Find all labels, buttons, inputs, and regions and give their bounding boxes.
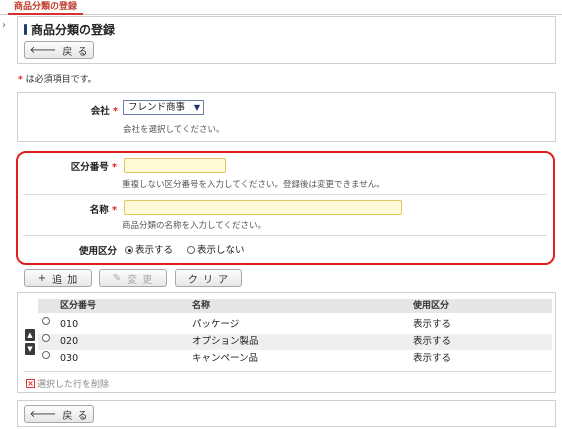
- title-bar-icon: [24, 24, 27, 35]
- tab-product-category-register[interactable]: 商品分類の登録: [8, 0, 84, 15]
- row-select-radio[interactable]: [42, 317, 50, 325]
- highlight-frame: [16, 151, 555, 265]
- delete-icon: ×: [26, 379, 35, 388]
- col-usage-header: 使用区分: [413, 301, 450, 311]
- tab-bar: 商品分類の登録: [0, 0, 562, 15]
- back-button[interactable]: 🡐 戻 る: [24, 41, 94, 59]
- row-usage: 表示する: [413, 353, 452, 364]
- row-code: 010: [60, 319, 79, 330]
- required-note: * は必須項目です。: [18, 72, 97, 85]
- table-row[interactable]: 020 オプション製品 表示する: [38, 334, 552, 350]
- company-help: 会社を選択してください。: [123, 125, 225, 135]
- delete-selected-link[interactable]: × 選択した行を削除: [26, 377, 109, 390]
- edit-button[interactable]: ✎ 変 更: [99, 269, 167, 287]
- footer-back-label: 戻 る: [62, 410, 89, 422]
- table-header: 区分番号 名称 使用区分: [38, 299, 552, 313]
- clear-button-label: ク リ ア: [187, 274, 230, 286]
- sidebar-toggle-icon[interactable]: ›: [2, 20, 6, 31]
- page-title-text: 商品分類の登録: [31, 23, 116, 37]
- delete-selected-label: 選択した行を削除: [37, 380, 110, 390]
- company-select[interactable]: フレンド商事 ▼: [123, 100, 204, 115]
- divider: [24, 371, 552, 372]
- edit-button-label: 変 更: [127, 274, 154, 286]
- row-name: オプション製品: [192, 336, 259, 347]
- clear-button[interactable]: ク リ ア: [175, 269, 242, 287]
- col-code-header: 区分番号: [60, 301, 97, 311]
- add-button-label: 追 加: [52, 274, 79, 286]
- table-row[interactable]: 030 キャンペーン品 表示する: [38, 351, 552, 367]
- page-title: 商品分類の登録: [24, 21, 115, 38]
- row-usage: 表示する: [413, 319, 452, 330]
- table-row[interactable]: 010 パッケージ 表示する: [38, 317, 552, 333]
- company-select-value: フレンド商事: [128, 102, 186, 113]
- header-panel: 商品分類の登録 🡐 戻 る: [17, 16, 556, 64]
- row-select-radio[interactable]: [42, 351, 50, 359]
- company-label: 会社 *: [90, 106, 118, 117]
- chevron-down-icon: ▼: [193, 103, 200, 112]
- row-select-radio[interactable]: [42, 334, 50, 342]
- row-code: 020: [60, 336, 79, 347]
- pencil-icon: ✎: [112, 272, 123, 284]
- back-button-label: 戻 る: [62, 46, 89, 58]
- category-table-panel: 区分番号 名称 使用区分 010 パッケージ 表示する 020 オプション製品 …: [17, 292, 556, 393]
- plus-icon: +: [37, 272, 48, 284]
- row-name: キャンペーン品: [192, 353, 259, 364]
- row-code: 030: [60, 353, 79, 364]
- company-panel: 会社 * 会社を選択してください。: [17, 92, 556, 142]
- arrow-left-icon: 🡐: [29, 45, 58, 56]
- add-button[interactable]: + 追 加: [24, 269, 92, 287]
- move-up-icon[interactable]: ▲: [25, 329, 35, 341]
- row-name: パッケージ: [192, 319, 240, 330]
- arrow-left-icon: 🡐: [29, 409, 58, 420]
- row-usage: 表示する: [413, 336, 452, 347]
- footer-back-button[interactable]: 🡐 戻 る: [24, 405, 94, 423]
- col-name-header: 名称: [192, 301, 211, 311]
- footer-panel: 🡐 戻 る: [17, 400, 556, 427]
- move-down-icon[interactable]: ▼: [25, 343, 35, 355]
- required-note-text: は必須項目です。: [22, 75, 97, 85]
